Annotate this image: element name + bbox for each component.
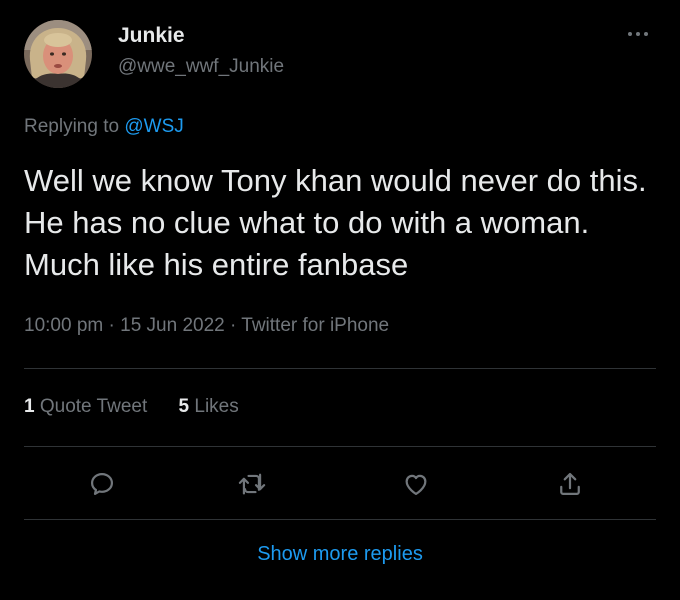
quote-label: Quote Tweet xyxy=(39,396,148,417)
mention-link[interactable]: @WSJ xyxy=(124,116,183,137)
meta-separator: · xyxy=(108,315,115,336)
tweet-source[interactable]: Twitter for iPhone xyxy=(241,315,389,336)
tweet-time[interactable]: 10:00 pm xyxy=(24,315,103,336)
like-button[interactable] xyxy=(396,462,436,506)
divider xyxy=(24,368,656,369)
like-count: 5 xyxy=(178,396,190,417)
reply-button[interactable] xyxy=(82,462,122,506)
avatar-photo-icon xyxy=(24,20,92,88)
more-dots-icon xyxy=(628,32,648,36)
meta-separator: · xyxy=(230,315,237,336)
share-icon xyxy=(560,472,580,496)
likes-stat[interactable]: 5 Likes xyxy=(179,396,239,418)
avatar[interactable] xyxy=(24,20,92,88)
show-more-replies-link[interactable]: Show more replies xyxy=(0,543,680,566)
divider xyxy=(24,446,656,447)
share-button[interactable] xyxy=(550,462,590,506)
more-options-button[interactable] xyxy=(620,22,656,46)
replying-to-label: Replying to xyxy=(24,116,125,137)
tweet-meta: 10:00 pm · 15 Jun 2022 · Twitter for iPh… xyxy=(24,315,389,337)
action-bar xyxy=(24,462,656,506)
replying-to: Replying to @WSJ xyxy=(24,116,184,138)
retweet-icon xyxy=(238,473,266,495)
tweet-stats: 1 Quote Tweet 5 Likes xyxy=(24,396,265,418)
retweet-button[interactable] xyxy=(232,462,272,506)
tweet-date[interactable]: 15 Jun 2022 xyxy=(120,315,225,336)
user-handle[interactable]: @wwe_wwf_Junkie xyxy=(118,56,284,78)
heart-icon xyxy=(405,474,427,496)
divider xyxy=(24,519,656,520)
quote-count: 1 xyxy=(24,396,35,417)
display-name[interactable]: Junkie xyxy=(118,24,185,48)
quote-tweets-stat[interactable]: 1 Quote Tweet xyxy=(24,396,147,418)
tweet-text: Well we know Tony khan would never do th… xyxy=(24,163,647,282)
like-label: Likes xyxy=(194,396,239,417)
reply-icon xyxy=(90,472,114,496)
